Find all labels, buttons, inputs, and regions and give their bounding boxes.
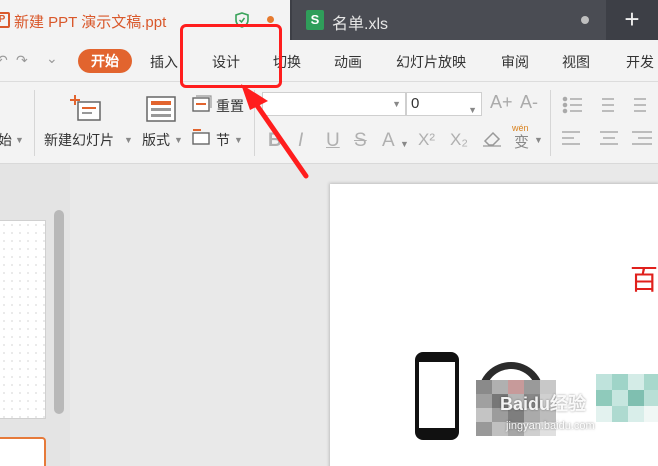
unsaved-dot-icon xyxy=(267,16,274,23)
reset-icon[interactable] xyxy=(192,95,212,113)
section-button[interactable]: 节 xyxy=(216,130,230,150)
tab-title: 新建 PPT 演示文稿.ppt xyxy=(14,14,167,31)
menu-animation[interactable]: 动画 xyxy=(334,52,362,72)
quick-access-more-icon[interactable]: ⌄ xyxy=(46,50,58,67)
font-name-select[interactable]: ▼ xyxy=(262,92,406,116)
ppt-icon: P xyxy=(0,12,10,28)
undo-icon[interactable]: ↶ xyxy=(0,52,8,69)
thumbnail-scrollbar[interactable] xyxy=(54,210,64,414)
tab-status-dot-icon xyxy=(581,16,589,24)
subscript-button[interactable]: X₂ xyxy=(450,130,468,150)
new-tab-button[interactable]: + xyxy=(612,2,652,38)
divider xyxy=(550,90,551,156)
phone-image xyxy=(415,352,459,440)
chevron-down-icon: ▼ xyxy=(174,135,183,145)
watermark-text: Baidu经验 xyxy=(500,394,587,414)
new-slide-button[interactable]: 新建幻灯片 xyxy=(44,130,114,150)
slide-thumbnail-selected[interactable] xyxy=(0,437,46,466)
layout-icon[interactable] xyxy=(146,96,176,122)
new-slide-icon[interactable] xyxy=(70,94,102,122)
ribbon-toolbar: 始 ▼ 新建幻灯片 ▼ 版式 ▼ 重置 节 ▼ ▼ 0 ▼ A+ A- B I … xyxy=(0,82,658,164)
chevron-down-icon: ▼ xyxy=(392,99,401,109)
slide-thumbnail[interactable] xyxy=(0,220,46,419)
chevron-down-icon: ▼ xyxy=(234,135,243,145)
chevron-down-icon: ▼ xyxy=(124,135,133,145)
chevron-down-icon: ▼ xyxy=(400,139,409,149)
annotation-highlight-box xyxy=(180,24,282,88)
font-size-value: 0 xyxy=(411,95,420,112)
start-partial-label[interactable]: 始 xyxy=(0,130,12,150)
menu-view[interactable]: 视图 xyxy=(562,52,590,72)
paragraph-tools-icon[interactable] xyxy=(562,96,658,156)
chevron-down-icon: ▼ xyxy=(534,135,543,145)
pixelated-image xyxy=(596,374,658,422)
phonetic-guide-button[interactable]: 变 xyxy=(514,131,529,152)
divider xyxy=(34,90,35,156)
watermark-url: jingyan.baidu.com xyxy=(506,420,595,432)
bold-button[interactable]: B xyxy=(268,130,282,152)
grow-font-button[interactable]: A+ xyxy=(490,92,513,113)
menu-slideshow[interactable]: 幻灯片放映 xyxy=(396,52,466,72)
reset-button[interactable]: 重置 xyxy=(216,96,244,116)
menu-insert[interactable]: 插入 xyxy=(150,52,178,72)
slide-title-text[interactable]: 百 xyxy=(630,258,658,298)
italic-button[interactable]: I xyxy=(298,130,303,152)
shrink-font-button[interactable]: A- xyxy=(520,92,538,113)
font-size-select[interactable]: 0 ▼ xyxy=(406,92,482,116)
spreadsheet-icon: S xyxy=(306,10,324,30)
tab-bar: P 新建 PPT 演示文稿.ppt S 名单.xls + xyxy=(0,0,658,40)
menu-review[interactable]: 审阅 xyxy=(501,52,529,72)
underline-button[interactable]: U xyxy=(326,130,340,152)
tab-title: 名单.xls xyxy=(332,16,389,33)
chevron-down-icon: ▼ xyxy=(468,105,477,115)
eraser-icon[interactable] xyxy=(482,130,502,148)
font-color-button[interactable]: A xyxy=(382,130,395,152)
menu-start-button[interactable]: 开始 xyxy=(78,49,132,73)
section-icon[interactable] xyxy=(192,128,212,146)
chevron-down-icon: ▼ xyxy=(15,135,24,145)
layout-button[interactable]: 版式 xyxy=(142,130,170,150)
superscript-button[interactable]: X² xyxy=(418,130,435,150)
redo-icon[interactable]: ↷ xyxy=(16,52,28,69)
menu-developer[interactable]: 开发 xyxy=(626,52,654,72)
strikethrough-button[interactable]: S xyxy=(354,130,367,152)
tab-xls-document[interactable]: S 名单.xls xyxy=(292,0,606,40)
divider xyxy=(254,90,255,156)
menu-bar: ↶ ↷ ⌄ 开始 插入 设计 切换 动画 幻灯片放映 审阅 视图 开发 xyxy=(0,40,658,82)
